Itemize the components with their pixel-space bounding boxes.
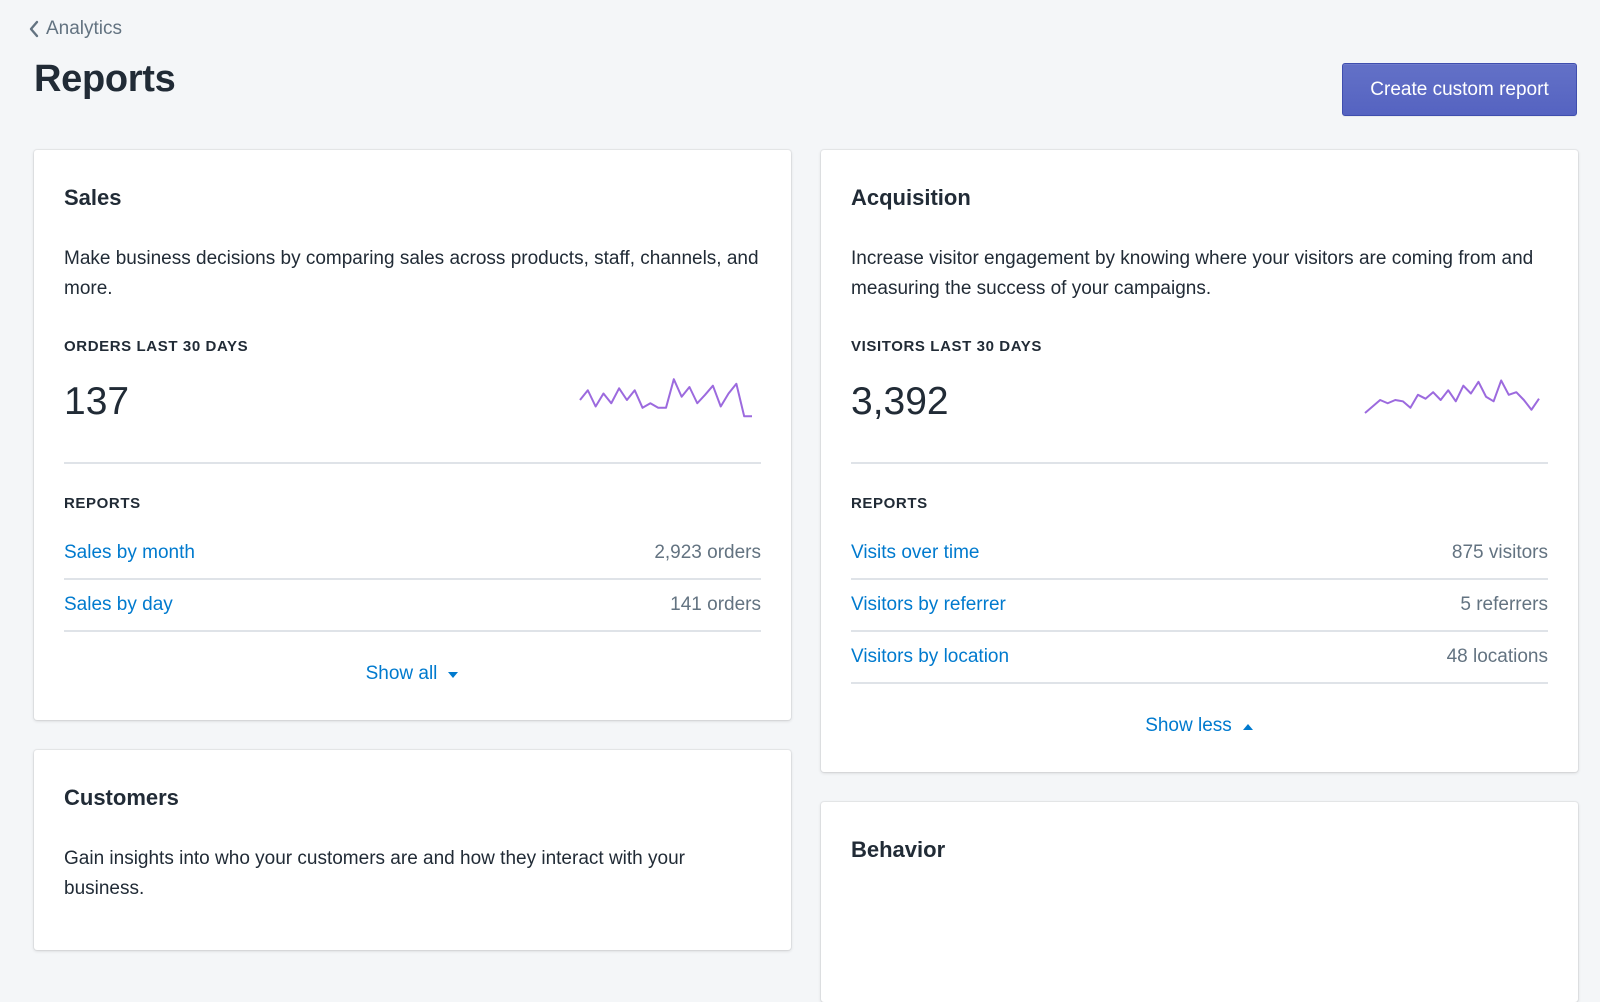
report-row[interactable]: Visitors by location 48 locations [851,632,1548,684]
report-link[interactable]: Sales by month [64,542,195,564]
behavior-card: Behavior [821,802,1578,1002]
report-count: 5 referrers [1460,594,1548,615]
report-row[interactable]: Visitors by referrer 5 referrers [851,580,1548,632]
breadcrumb[interactable]: Analytics [28,18,122,40]
report-link[interactable]: Visitors by location [851,646,1009,668]
orders-sparkline-line [579,378,752,418]
show-all-toggle[interactable]: Show all [34,663,791,685]
toggle-label: Show less [1145,715,1232,736]
report-link[interactable]: Visitors by referrer [851,594,1006,616]
sales-card: Sales Make business decisions by compari… [34,150,791,720]
divider [64,462,761,464]
caret-up-icon [1242,715,1254,737]
card-description: Increase visitor engagement by knowing w… [851,248,1534,299]
page-title: Reports [34,58,176,100]
create-custom-report-button[interactable]: Create custom report [1342,63,1577,116]
customers-card: Customers Gain insights into who your cu… [34,750,791,950]
report-count: 141 orders [670,594,761,615]
card-title: Sales [64,185,122,210]
report-count: 48 locations [1446,646,1548,667]
caret-down-icon [447,663,459,685]
acquisition-card: Acquisition Increase visitor engagement … [821,150,1578,772]
divider [851,462,1548,464]
metric-label: ORDERS LAST 30 DAYS [64,338,249,355]
toggle-label: Show all [365,663,438,684]
report-row[interactable]: Sales by month 2,923 orders [64,528,761,580]
report-link[interactable]: Visits over time [851,542,979,564]
visitors-sparkline-line [1364,379,1540,414]
metric-value: 3,392 [851,380,949,423]
card-title: Acquisition [851,185,971,210]
card-title: Behavior [851,837,946,862]
card-description: Gain insights into who your customers ar… [64,848,685,899]
report-count: 875 visitors [1451,542,1548,563]
show-less-toggle[interactable]: Show less [821,715,1578,737]
report-row[interactable]: Visits over time 875 visitors [851,528,1548,580]
report-link[interactable]: Sales by day [64,594,173,616]
reports-label: REPORTS [851,495,928,512]
visitors-sparkline [1364,379,1540,414]
report-count: 2,923 orders [654,542,761,563]
metric-value: 137 [64,380,130,423]
card-description: Make business decisions by comparing sal… [64,248,759,299]
card-title: Customers [64,785,179,810]
breadcrumb-label: Analytics [46,18,123,39]
reports-label: REPORTS [64,495,141,512]
report-row[interactable]: Sales by day 141 orders [64,580,761,632]
chevron-left-icon [28,20,40,38]
orders-sparkline [579,378,752,418]
metric-label: VISITORS LAST 30 DAYS [851,338,1042,355]
